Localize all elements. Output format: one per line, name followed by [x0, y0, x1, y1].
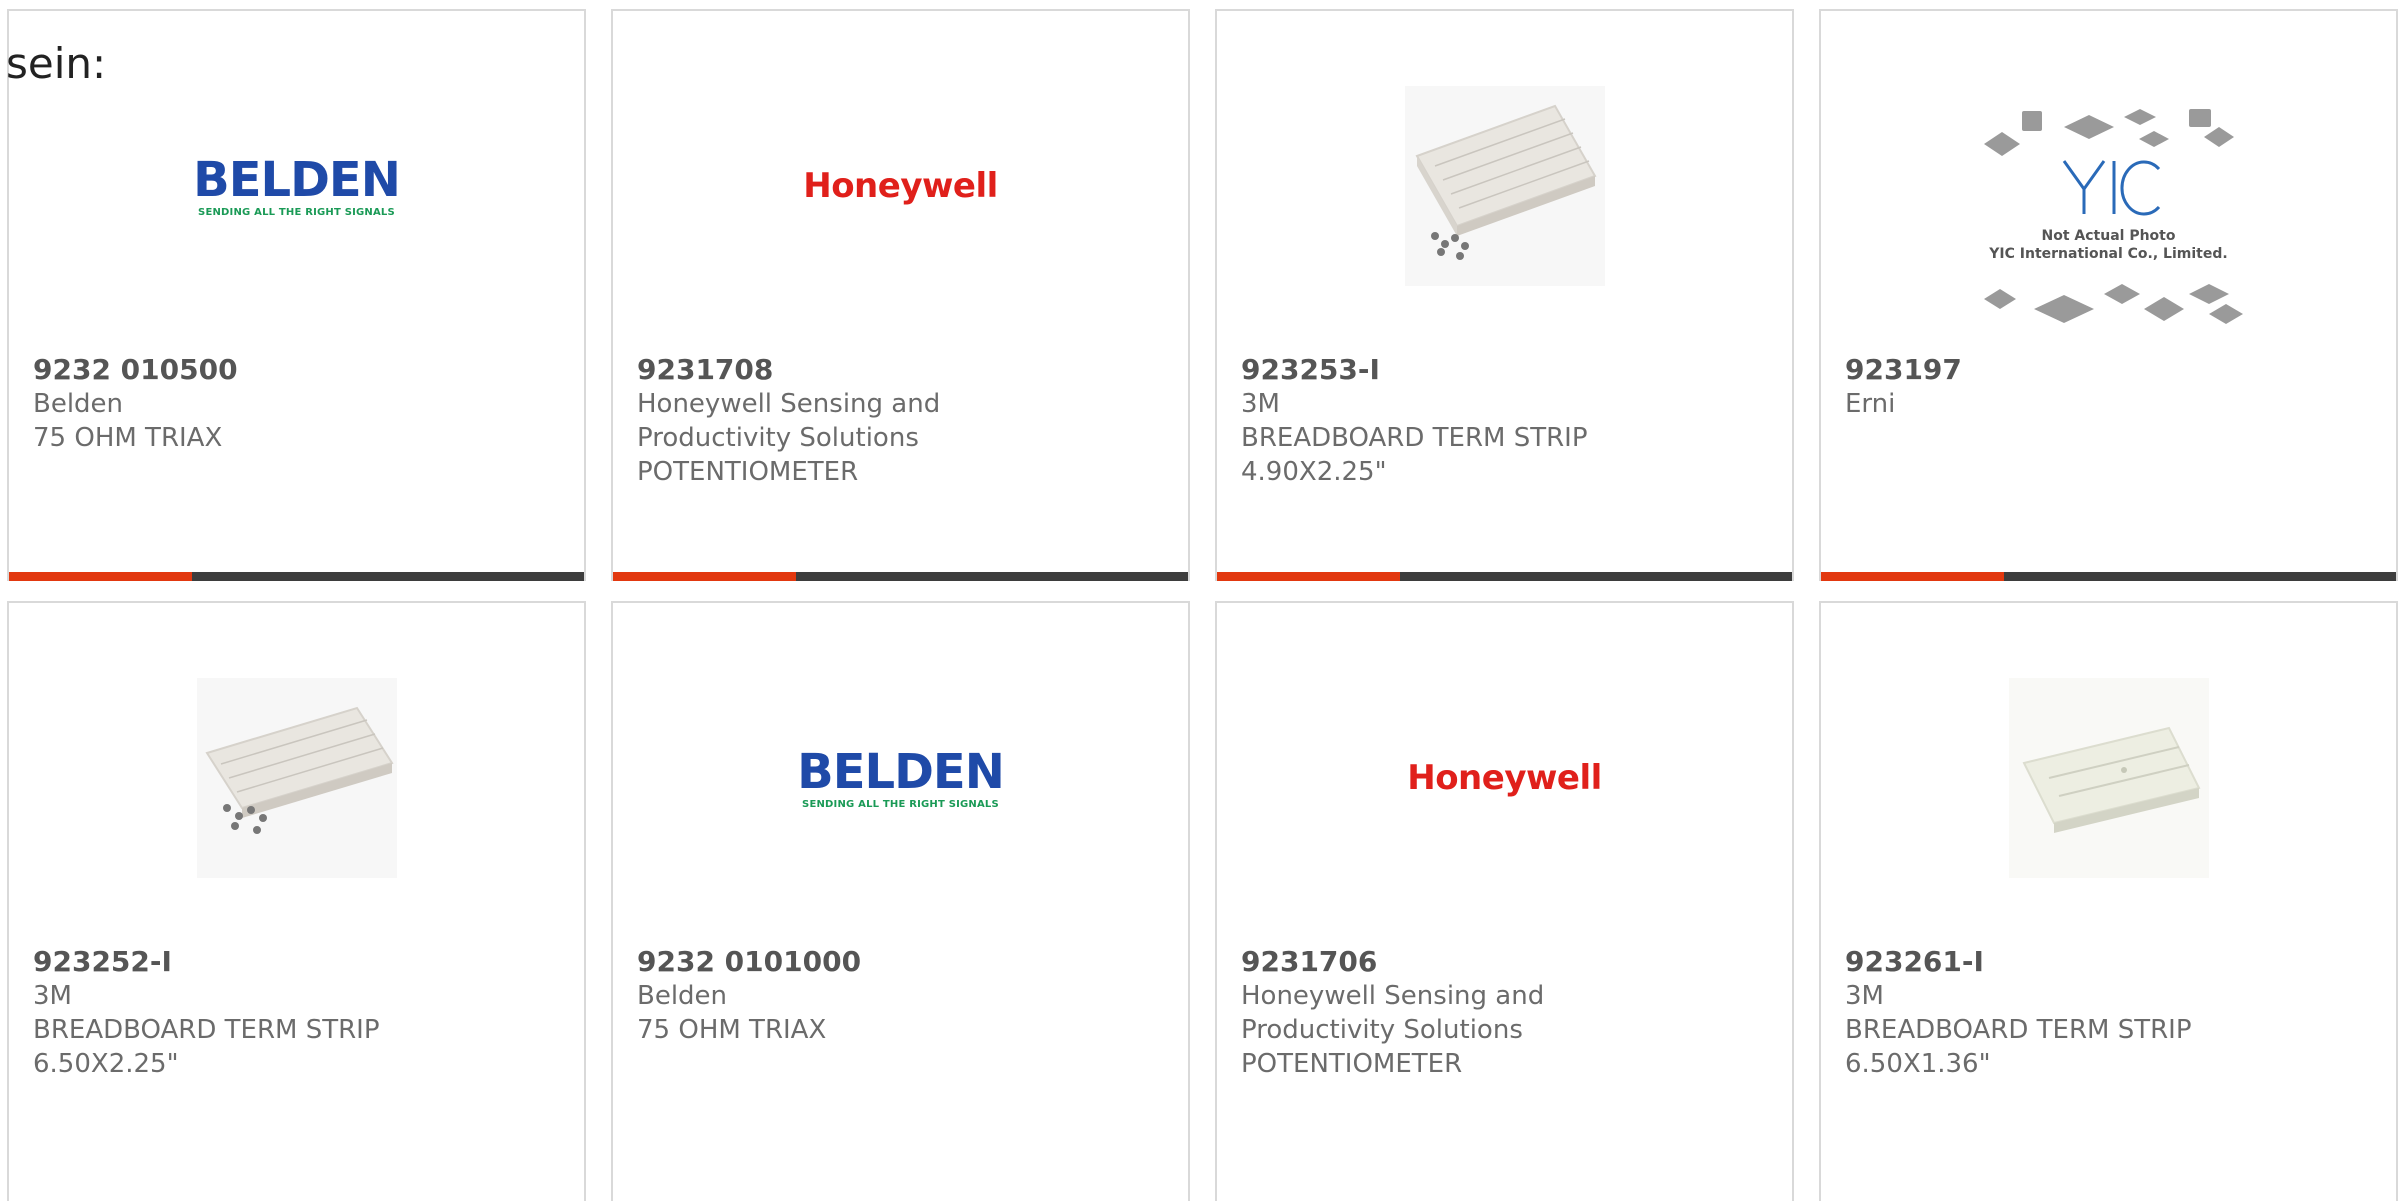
product-image: BELDEN SENDING ALL THE RIGHT SIGNALS	[192, 81, 402, 291]
breadboard-photo	[196, 678, 397, 878]
term-strip-photo	[2008, 678, 2209, 878]
card-bottom-bar	[1217, 572, 1792, 581]
description-line: BREADBOARD TERM STRIP	[33, 1015, 380, 1045]
card-bottom-bar	[613, 572, 1188, 581]
card-bottom-bar	[9, 572, 584, 581]
part-number: 9232 0101000	[637, 945, 862, 978]
manufacturer: 3M	[1845, 981, 1884, 1011]
product-card-link[interactable]: BELDEN SENDING ALL THE RIGHT SIGNALS 923…	[9, 11, 584, 581]
card-accent-bar	[1821, 572, 2004, 581]
description-line: 75 OHM TRIAX	[637, 1015, 827, 1045]
manufacturer: Honeywell Sensing and	[1241, 981, 1545, 1011]
belden-logo: BELDEN SENDING ALL THE RIGHT SIGNALS	[193, 151, 401, 218]
belden-logo-tagline: SENDING ALL THE RIGHT SIGNALS	[802, 798, 999, 810]
part-number: 923252-I	[33, 945, 172, 978]
product-card-link[interactable]: Honeywell 9231706 Honeywell Sensing and …	[1217, 603, 1792, 1201]
product-info: 9231708 Honeywell Sensing and Productivi…	[637, 353, 1164, 489]
product-info: 923253-I 3M BREADBOARD TERM STRIP 4.90X2…	[1241, 353, 1768, 489]
product-card-link[interactable]: 923261-I 3M BREADBOARD TERM STRIP 6.50X1…	[1821, 603, 2396, 1201]
product-info: 923261-I 3M BREADBOARD TERM STRIP 6.50X1…	[1845, 945, 2372, 1081]
product-info: 923197 Erni	[1845, 353, 2372, 421]
card-accent-bar	[1217, 572, 1400, 581]
product-card[interactable]: BELDEN SENDING ALL THE RIGHT SIGNALS 923…	[7, 9, 586, 581]
manufacturer: Belden	[33, 389, 124, 419]
manufacturer: 3M	[33, 981, 72, 1011]
description-line: POTENTIOMETER	[637, 457, 859, 487]
product-image: Not Actual Photo YIC International Co., …	[1964, 99, 2254, 349]
part-number: 9232 010500	[33, 353, 238, 386]
product-card-link[interactable]: BELDEN SENDING ALL THE RIGHT SIGNALS 923…	[613, 603, 1188, 1201]
product-card[interactable]: 923261-I 3M BREADBOARD TERM STRIP 6.50X1…	[1819, 601, 2398, 1201]
product-info: 9232 010500 Belden 75 OHM TRIAX	[33, 353, 560, 455]
lead-text: sein:	[6, 39, 107, 88]
product-card-link[interactable]: 923253-I 3M BREADBOARD TERM STRIP 4.90X2…	[1217, 11, 1792, 581]
manufacturer: 3M	[1241, 389, 1280, 419]
description-line: Productivity Solutions	[637, 423, 919, 453]
belden-logo-word: BELDEN	[797, 743, 1005, 800]
belden-logo: BELDEN SENDING ALL THE RIGHT SIGNALS	[797, 743, 1005, 810]
card-accent-bar	[9, 572, 192, 581]
placeholder-line-1: Not Actual Photo	[2041, 228, 2176, 244]
product-card-link[interactable]: Not Actual Photo YIC International Co., …	[1821, 11, 2396, 581]
product-info: 923252-I 3M BREADBOARD TERM STRIP 6.50X2…	[33, 945, 560, 1081]
placeholder-line-2: YIC International Co., Limited.	[1989, 246, 2228, 262]
part-number: 923197	[1845, 353, 1962, 386]
part-number: 9231706	[1241, 945, 1378, 978]
description-line: 6.50X1.36"	[1845, 1049, 1991, 1079]
product-image	[192, 673, 402, 883]
description-line: 6.50X2.25"	[33, 1049, 179, 1079]
manufacturer: Belden	[637, 981, 728, 1011]
manufacturer: Erni	[1845, 389, 1896, 419]
product-card[interactable]: Honeywell 9231706 Honeywell Sensing and …	[1215, 601, 1794, 1201]
product-image: BELDEN SENDING ALL THE RIGHT SIGNALS	[796, 673, 1006, 883]
product-info: 9232 0101000 Belden 75 OHM TRIAX	[637, 945, 1164, 1047]
honeywell-logo: Honeywell	[1407, 758, 1602, 798]
belden-logo-tagline: SENDING ALL THE RIGHT SIGNALS	[198, 206, 395, 218]
product-card[interactable]: Honeywell 9231708 Honeywell Sensing and …	[611, 9, 1190, 581]
description-line: POTENTIOMETER	[1241, 1049, 1463, 1079]
product-card-link[interactable]: Honeywell 9231708 Honeywell Sensing and …	[613, 11, 1188, 581]
product-image: Honeywell	[796, 81, 1006, 291]
part-number: 923253-I	[1241, 353, 1380, 386]
description-line: 75 OHM TRIAX	[33, 423, 223, 453]
description-line: BREADBOARD TERM STRIP	[1845, 1015, 2192, 1045]
part-number: 923261-I	[1845, 945, 1984, 978]
product-image: Honeywell	[1400, 673, 1610, 883]
description-line: Productivity Solutions	[1241, 1015, 1523, 1045]
product-card[interactable]: 923252-I 3M BREADBOARD TERM STRIP 6.50X2…	[7, 601, 586, 1201]
product-grid: BELDEN SENDING ALL THE RIGHT SIGNALS 923…	[7, 9, 2400, 1201]
yic-placeholder-graphic	[1983, 109, 2243, 324]
description-line: BREADBOARD TERM STRIP	[1241, 423, 1588, 453]
product-info: 9231706 Honeywell Sensing and Productivi…	[1241, 945, 1768, 1081]
product-card[interactable]: Not Actual Photo YIC International Co., …	[1819, 9, 2398, 581]
honeywell-logo: Honeywell	[803, 166, 998, 206]
belden-logo-word: BELDEN	[193, 151, 401, 208]
description-line: 4.90X2.25"	[1241, 457, 1387, 487]
part-number: 9231708	[637, 353, 774, 386]
product-card[interactable]: BELDEN SENDING ALL THE RIGHT SIGNALS 923…	[611, 601, 1190, 1201]
product-card-link[interactable]: 923252-I 3M BREADBOARD TERM STRIP 6.50X2…	[9, 603, 584, 1201]
product-image	[2004, 673, 2214, 883]
card-accent-bar	[613, 572, 796, 581]
breadboard-photo	[1404, 86, 1605, 286]
product-image	[1400, 81, 1610, 291]
product-card[interactable]: 923253-I 3M BREADBOARD TERM STRIP 4.90X2…	[1215, 9, 1794, 581]
card-bottom-bar	[1821, 572, 2396, 581]
manufacturer: Honeywell Sensing and	[637, 389, 941, 419]
